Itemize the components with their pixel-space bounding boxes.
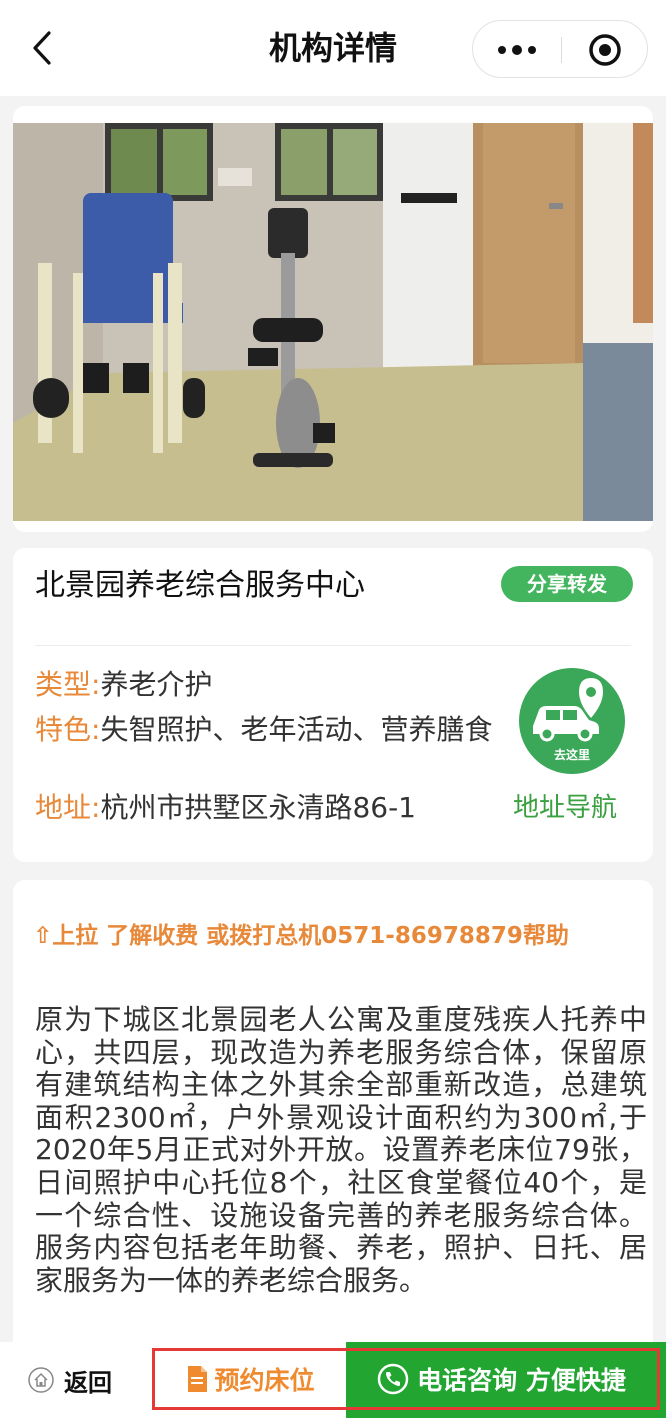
phone-icon	[377, 1363, 409, 1395]
book-bed-button[interactable]: 预约床位	[152, 1348, 346, 1410]
gallery-card	[13, 106, 653, 602]
address-label: 地址:	[35, 791, 101, 824]
nav-bar: 机构详情	[0, 0, 666, 96]
org-description: 原为下城区北景园老人公寓及重度残疾人托养中心，共四层，现改造为养老服务综合体，保…	[35, 1003, 647, 1297]
go-here-button[interactable]: 去这里	[519, 668, 625, 774]
book-bed-label: 预约床位	[214, 1366, 315, 1395]
photo-carousel[interactable]	[13, 123, 653, 521]
type-row: 类型:养老介护	[35, 665, 212, 705]
share-button[interactable]: 分享转发	[501, 566, 633, 602]
type-value: 养老介护	[100, 668, 213, 701]
document-icon	[188, 1366, 208, 1392]
address-value: 杭州市拱墅区永清路86-1	[100, 791, 416, 824]
org-name: 北景园养老综合服务中心	[35, 568, 365, 603]
phone-consult-button[interactable]: 电话咨询 方便快捷	[346, 1342, 666, 1418]
pull-up-hint: ⇧上拉 了解收费 或拨打总机0571-86978879帮助	[33, 923, 569, 949]
feature-row: 特色:失智照护、老年活动、营养膳食	[35, 710, 525, 750]
feature-label: 特色:	[35, 713, 101, 746]
address-row: 地址:杭州市拱墅区永清路86-1	[35, 788, 416, 828]
go-here-label: 去这里	[553, 748, 590, 762]
phone-consult-label: 电话咨询 方便快捷	[417, 1366, 626, 1395]
type-label: 类型:	[35, 668, 101, 701]
description-card: ⇧上拉 了解收费 或拨打总机0571-86978879帮助 原为下城区北景园老人…	[13, 880, 653, 1350]
rehab-room-photo	[13, 123, 653, 521]
back-label: 返回	[64, 1368, 112, 1397]
home-back-button[interactable]: 返回	[28, 1360, 112, 1400]
more-dots-icon[interactable]	[473, 21, 561, 79]
car-location-icon	[533, 678, 603, 742]
feature-value: 失智照护、老年活动、营养膳食	[100, 713, 493, 746]
bottom-action-bar: 返回 预约床位 电话咨询 方便快捷	[0, 1342, 666, 1418]
close-miniprogram-icon[interactable]	[562, 21, 648, 79]
phone-consult-inner: 电话咨询 方便快捷	[346, 1348, 660, 1410]
home-icon	[28, 1367, 54, 1393]
org-info-card: 北景园养老综合服务中心 分享转发 类型:养老介护 特色:失智照护、老年活动、营养…	[13, 548, 653, 862]
miniprogram-capsule	[472, 20, 648, 78]
address-navigate-link[interactable]: 地址导航	[513, 788, 617, 828]
divider	[35, 645, 631, 646]
